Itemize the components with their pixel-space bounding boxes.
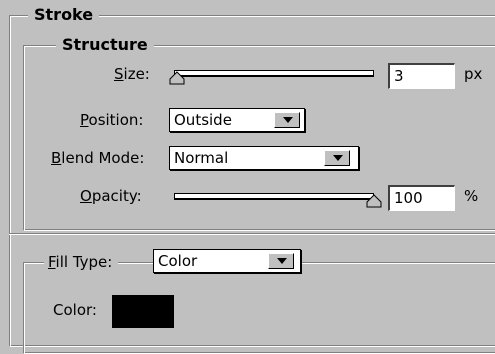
size-unit: px (464, 65, 483, 83)
color-swatch[interactable] (112, 295, 174, 328)
opacity-input[interactable]: 100 (388, 185, 455, 211)
position-value: Outside (174, 111, 232, 129)
size-label-text: Size: (114, 65, 150, 83)
blend-mode-value: Normal (174, 149, 229, 167)
chevron-down-icon[interactable] (268, 253, 294, 269)
fill-type-legend: Fill Type: (44, 250, 119, 276)
fill-type-value: Color (158, 252, 198, 270)
color-label: Color: (53, 301, 97, 319)
fill-type-select[interactable]: Color (153, 249, 301, 273)
size-input[interactable]: 3 (388, 63, 455, 89)
size-slider-thumb[interactable] (169, 71, 185, 85)
opacity-slider-track[interactable] (174, 193, 374, 200)
separator (9, 233, 495, 235)
size-slider-track[interactable] (174, 70, 374, 77)
structure-legend: Structure (56, 36, 154, 54)
fill-type-label: Fill Type: (48, 253, 113, 271)
position-select[interactable]: Outside (169, 108, 305, 132)
chevron-down-icon[interactable] (324, 150, 350, 166)
size-label: Size: (114, 64, 150, 84)
blend-mode-select[interactable]: Normal (169, 146, 359, 170)
opacity-unit: % (464, 187, 479, 205)
stroke-legend: Stroke (28, 6, 100, 24)
opacity-label: Opacity: (80, 187, 142, 205)
position-label: Position: (80, 111, 144, 129)
chevron-down-icon[interactable] (274, 112, 300, 128)
blend-mode-label: Blend Mode: (51, 149, 145, 167)
opacity-slider-thumb[interactable] (366, 194, 382, 208)
